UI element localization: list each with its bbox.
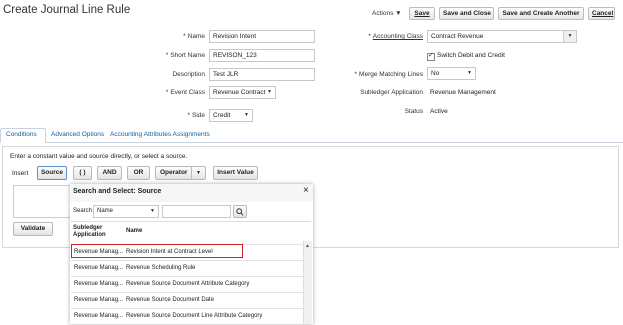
column-header-subledger-application[interactable]: Subledger Application bbox=[73, 225, 121, 239]
table-row[interactable]: Revenue Manag... Revenue Source Document… bbox=[71, 276, 304, 293]
search-by-select[interactable]: Name ▼ bbox=[93, 205, 159, 218]
column-header-name[interactable]: Name bbox=[126, 228, 142, 234]
parentheses-button[interactable]: ( ) bbox=[73, 166, 92, 180]
search-input[interactable] bbox=[162, 205, 231, 218]
operator-button[interactable]: Operator ▼ bbox=[155, 166, 206, 180]
search-label: Search bbox=[73, 208, 93, 214]
row-name: Revenue Source Document Line Attribute C… bbox=[126, 313, 263, 319]
merge-matching-lines-label: * Merge Matching Lines bbox=[354, 71, 423, 78]
switch-debit-credit-checkbox[interactable]: ✓ bbox=[427, 52, 435, 61]
description-label: Description bbox=[172, 71, 205, 78]
row-subledger: Revenue Manag... bbox=[74, 265, 124, 271]
chevron-down-icon: ▼ bbox=[191, 167, 205, 179]
cancel-button[interactable]: Cancel bbox=[588, 7, 615, 20]
accounting-class-label: * Accounting Class bbox=[368, 33, 423, 40]
actions-menu[interactable]: Actions ▼ bbox=[372, 10, 402, 17]
subledger-application-value: Revenue Management bbox=[430, 89, 496, 96]
and-button[interactable]: AND bbox=[97, 166, 122, 180]
condition-expression-area[interactable] bbox=[13, 185, 72, 218]
row-subledger: Revenue Manag... bbox=[74, 297, 124, 303]
chevron-down-icon: ▼ bbox=[267, 89, 272, 95]
subledger-application-label: Subledger Application bbox=[360, 89, 423, 96]
validate-button[interactable]: Validate bbox=[13, 222, 53, 236]
name-label: * Name bbox=[183, 33, 205, 40]
insert-label: Insert bbox=[12, 170, 29, 177]
tab-accounting-attributes-assignments[interactable]: Accounting Attributes Assignments bbox=[110, 131, 210, 138]
row-subledger: Revenue Manag... bbox=[74, 281, 124, 287]
switch-debit-credit-label: Switch Debit and Credit bbox=[437, 52, 505, 59]
row-name: Revenue Scheduling Rule bbox=[126, 265, 196, 271]
side-label: * Side bbox=[187, 112, 205, 119]
tab-conditions[interactable]: Conditions bbox=[6, 131, 37, 138]
short-name-label: * Short Name bbox=[165, 52, 205, 59]
tabs-divider bbox=[0, 142, 623, 143]
status-value: Active bbox=[430, 108, 448, 115]
table-row[interactable]: Revenue Manag... Revenue Source Document… bbox=[71, 292, 304, 309]
or-button[interactable]: OR bbox=[127, 166, 150, 180]
table-row[interactable]: Revenue Manag... Revenue Source Document… bbox=[71, 308, 304, 325]
table-row[interactable]: Revenue Manag... Revenue Scheduling Rule bbox=[71, 260, 304, 277]
scroll-up-icon[interactable]: ▲ bbox=[305, 243, 310, 249]
selected-row-highlight bbox=[71, 244, 243, 258]
event-class-label: * Event Class bbox=[165, 89, 205, 96]
save-and-create-another-button[interactable]: Save and Create Another bbox=[498, 7, 584, 20]
status-label: Status bbox=[404, 108, 423, 115]
accounting-class-select[interactable]: Contract Revenue ▼ bbox=[427, 30, 577, 43]
name-field[interactable]: Revision Intent bbox=[209, 30, 315, 43]
chevron-down-icon: ▼ bbox=[150, 208, 155, 214]
dialog-title: Search and Select: Source bbox=[73, 188, 162, 195]
tab-advanced-options[interactable]: Advanced Options bbox=[51, 131, 104, 138]
page-title: Create Journal Line Rule bbox=[3, 4, 131, 16]
event-class-select[interactable]: Revenue Contract ▼ bbox=[209, 86, 276, 99]
save-button[interactable]: Save bbox=[409, 7, 435, 20]
source-button[interactable]: Source bbox=[37, 166, 67, 180]
short-name-field[interactable]: REVISON_123 bbox=[209, 49, 315, 62]
description-field[interactable]: Test JLR bbox=[209, 68, 315, 81]
row-subledger: Revenue Manag... bbox=[74, 313, 124, 319]
insert-value-button[interactable]: Insert Value bbox=[213, 166, 258, 180]
row-name: Revenue Source Document Attribute Catego… bbox=[126, 281, 250, 287]
results-scrollbar[interactable]: ▲ bbox=[303, 241, 312, 324]
chevron-down-icon: ▼ bbox=[244, 112, 249, 118]
chevron-down-icon: ▼ bbox=[563, 31, 576, 42]
side-select[interactable]: Credit ▼ bbox=[209, 109, 253, 122]
check-icon: ✓ bbox=[428, 52, 434, 59]
search-icon[interactable] bbox=[233, 205, 247, 218]
save-and-close-button[interactable]: Save and Close bbox=[439, 7, 494, 20]
row-name: Revenue Source Document Date bbox=[126, 297, 215, 303]
conditions-instruction: Enter a constant value and source direct… bbox=[10, 153, 188, 160]
chevron-down-icon: ▼ bbox=[467, 70, 472, 76]
merge-matching-lines-select[interactable]: No ▼ bbox=[427, 67, 476, 80]
close-icon[interactable]: × bbox=[303, 185, 309, 196]
